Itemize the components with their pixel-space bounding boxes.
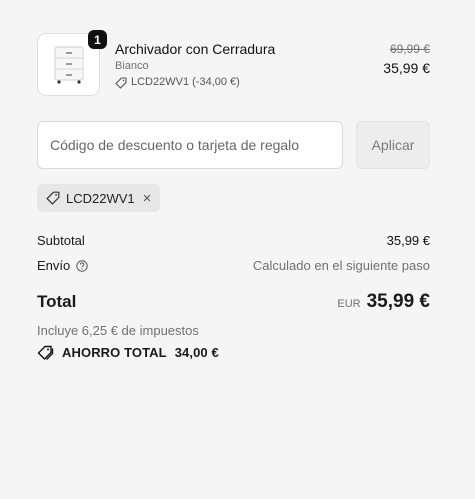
savings-label: AHORRO TOTAL [62,345,167,360]
tag-icon [46,191,60,205]
applied-discount-tag: LCD22WV1 × [37,184,161,212]
original-price: 69,99 € [389,42,430,56]
total-savings: AHORRO TOTAL 34,00 € [37,345,430,360]
product-variant: Bianco [115,60,149,72]
cost-breakdown: Subtotal 35,99 € Envío Calculado en el s… [37,231,430,275]
currency-code: EUR [337,298,361,310]
tax-note: Incluye 6,25 € de impuestos [37,323,199,338]
discount-form: Aplicar [37,121,430,169]
tag-icon [115,76,127,89]
total-amount-wrap: EUR 35,99 € [337,291,430,313]
total-amount: 35,99 € [366,291,430,312]
line-item: 1 Archivador con Cerradura Bianco LCD22W… [37,30,430,99]
product-name: Archivador con Cerradura [115,41,276,57]
double-tag-icon [37,345,54,360]
subtotal-value: 35,99 € [386,233,430,248]
product-info: Archivador con Cerradura Bianco LCD22WV1… [115,33,383,90]
help-circle-icon[interactable] [76,259,88,272]
shipping-value: Calculado en el siguiente paso [252,258,430,273]
final-price: 35,99 € [383,60,430,76]
subtotal-label: Subtotal [37,233,85,248]
filing-cabinet-image [54,46,83,84]
shipping-label-wrap: Envío [37,258,88,273]
total-label: Total [37,292,77,311]
savings-value: 34,00 € [174,345,219,360]
product-thumbnail-wrap: 1 [37,30,107,96]
shipping-row: Envío Calculado en el siguiente paso [37,256,430,275]
order-summary: 1 Archivador con Cerradura Bianco LCD22W… [37,30,430,360]
quantity-badge: 1 [88,30,107,49]
product-prices: 69,99 € 35,99 € [383,33,430,78]
remove-discount-button[interactable]: × [143,190,152,207]
product-discount-label: LCD22WV1 (-34,00 €) [131,76,240,88]
applied-code: LCD22WV1 [66,190,135,206]
subtotal-row: Subtotal 35,99 € [37,231,430,250]
discount-code-input[interactable] [37,121,343,169]
shipping-label: Envío [37,258,71,273]
apply-button[interactable]: Aplicar [356,121,430,169]
total-row: Total EUR 35,99 € [37,291,430,313]
product-discount: LCD22WV1 (-34,00 €) [115,75,383,90]
